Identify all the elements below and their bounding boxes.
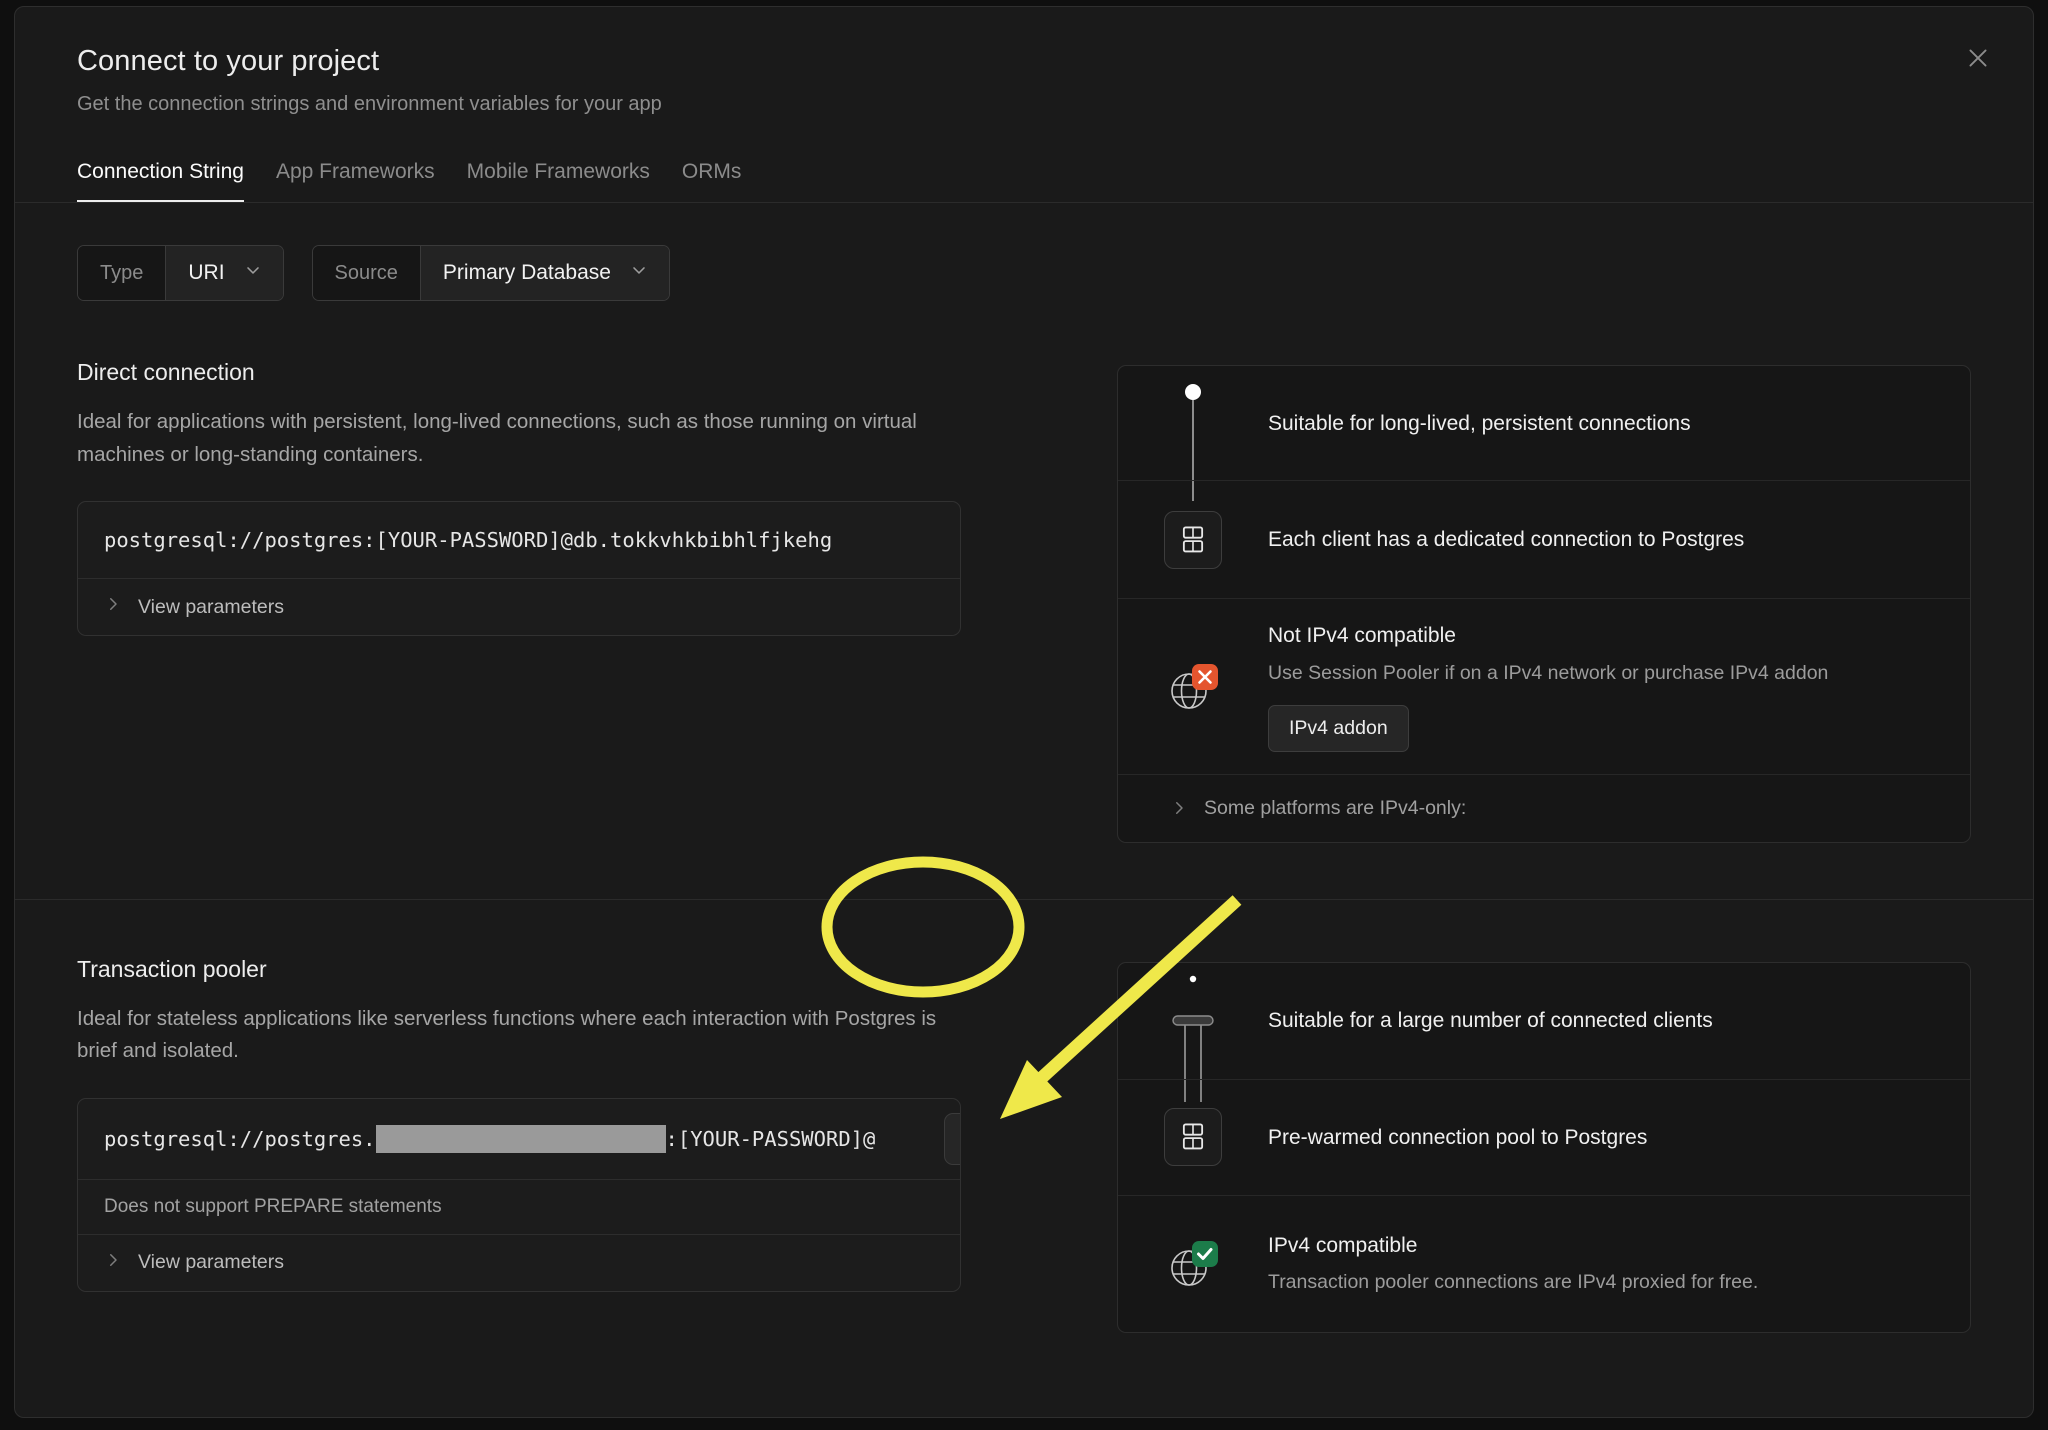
feature-title: Pre-warmed connection pool to Postgres [1268, 1125, 1648, 1149]
transaction-pooler-features: Suitable for a large number of connected… [1117, 961, 1971, 1333]
direct-connection-codebox: postgresql://postgres:[YOUR-PASSWORD]@db… [77, 501, 961, 636]
dot-connector-icon [1118, 366, 1268, 481]
feature-row: Suitable for a large number of connected… [1118, 963, 1970, 1080]
feature-row: Each client has a dedicated connection t… [1118, 481, 1970, 600]
page-title: Connect to your project [77, 45, 380, 77]
direct-connection-left: Direct connection Ideal for applications… [77, 359, 1117, 843]
connect-dialog: Connect to your project Get the connecti… [14, 6, 2034, 1418]
source-selector[interactable]: Source Primary Database [311, 245, 670, 302]
chevron-right-icon [104, 1251, 122, 1275]
transaction-pooler-left: Transaction pooler Ideal for stateless a… [77, 956, 1117, 1333]
transaction-pooler-description: Ideal for stateless applications like se… [77, 1006, 937, 1063]
type-selector[interactable]: Type URI [77, 245, 284, 302]
source-selector-label: Source [312, 246, 421, 301]
pooler-view-parameters-label: View parameters [138, 1251, 284, 1274]
transaction-pooler-string[interactable]: postgresql://postgres. :[YOUR-PASSWORD]@ [78, 1099, 960, 1179]
direct-connection-description: Ideal for applications with persistent, … [77, 410, 917, 466]
feature-title: IPv4 compatible [1268, 1234, 1418, 1258]
chevron-right-icon [104, 595, 122, 619]
direct-connection-section: Direct connection Ideal for applications… [15, 301, 2033, 899]
chevron-down-icon [243, 260, 263, 286]
feature-subtitle: Use Session Pooler if on a IPv4 network … [1268, 661, 1829, 684]
ipv4-only-expand-label: Some platforms are IPv4-only: [1204, 796, 1467, 819]
globe-error-icon [1118, 599, 1268, 774]
transaction-pooler-right: Suitable for a large number of connected… [1117, 956, 1971, 1333]
feature-text: Each client has a dedicated connection t… [1268, 503, 1772, 576]
feature-title: Each client has a dedicated connection t… [1268, 528, 1745, 552]
tab-app-frameworks[interactable]: App Frameworks [276, 160, 435, 203]
source-selector-value-text: Primary Database [442, 261, 611, 285]
transaction-pooler-section: Transaction pooler Ideal for stateless a… [15, 900, 2033, 1333]
feature-text: Pre-warmed connection pool to Postgres [1268, 1101, 1675, 1174]
direct-connection-features: Suitable for long-lived, persistent conn… [1117, 365, 1971, 843]
transaction-pooler-codebox: postgresql://postgres.:[YOUR-PASSWORD]@ … [77, 1097, 961, 1292]
source-selector-value[interactable]: Primary Database [420, 246, 669, 301]
type-selector-label: Type [78, 246, 167, 301]
transaction-pooler-note: Does not support PREPARE statements [78, 1178, 960, 1234]
direct-connection-string[interactable]: postgresql://postgres:[YOUR-PASSWORD]@db… [78, 502, 960, 578]
feature-title: Not IPv4 compatible [1268, 624, 1456, 648]
copy-button[interactable] [944, 1112, 960, 1165]
type-selector-value[interactable]: URI [166, 246, 283, 301]
feature-text: Suitable for a large number of connected… [1268, 984, 1741, 1057]
feature-row: Not IPv4 compatible Use Session Pooler i… [1118, 599, 1970, 775]
pooler-view-parameters[interactable]: View parameters [78, 1233, 960, 1291]
tab-mobile-frameworks[interactable]: Mobile Frameworks [467, 160, 650, 203]
feature-text: IPv4 compatible Transaction pooler conne… [1268, 1209, 1786, 1319]
feature-text: Suitable for long-lived, persistent conn… [1268, 387, 1719, 460]
feature-row: IPv4 compatible Transaction pooler conne… [1118, 1196, 1970, 1332]
direct-view-parameters[interactable]: View parameters [78, 578, 960, 635]
chevron-down-icon [629, 260, 649, 286]
ipv4-only-expand[interactable]: Some platforms are IPv4-only: [1118, 775, 1466, 842]
feature-subtitle: Transaction pooler connections are IPv4 … [1268, 1271, 1759, 1294]
pooler-string-prefix: postgresql://postgres. [104, 1126, 376, 1151]
direct-connection-right: Suitable for long-lived, persistent conn… [1117, 359, 1971, 843]
close-icon[interactable] [1961, 41, 1995, 75]
direct-view-parameters-label: View parameters [138, 595, 284, 618]
selector-row: Type URI Source Primary Database [15, 203, 2033, 302]
transaction-pooler-title: Transaction pooler [77, 955, 267, 982]
feature-title: Suitable for a large number of connected… [1268, 1009, 1713, 1033]
tab-bar: Connection String App Frameworks Mobile … [15, 160, 2033, 204]
tab-orms[interactable]: ORMs [682, 160, 742, 203]
feature-text: Not IPv4 compatible Use Session Pooler i… [1268, 599, 1856, 774]
feature-row: Pre-warmed connection pool to Postgres [1118, 1079, 1970, 1196]
chevron-right-icon [1170, 799, 1188, 817]
tab-bar-divider [15, 202, 2033, 204]
feature-row: Suitable for long-lived, persistent conn… [1118, 366, 1970, 482]
direct-connection-title: Direct connection [77, 359, 255, 386]
type-selector-value-text: URI [188, 261, 225, 285]
globe-success-icon [1118, 1196, 1268, 1332]
tab-connection-string[interactable]: Connection String [77, 160, 244, 204]
page-subtitle: Get the connection strings and environme… [77, 93, 662, 116]
dialog-header: Connect to your project Get the connecti… [15, 7, 2033, 116]
ipv4-addon-button[interactable]: IPv4 addon [1268, 704, 1409, 752]
multi-client-icon [1118, 963, 1268, 1079]
pooler-string-suffix: :[YOUR-PASSWORD]@ [665, 1126, 876, 1151]
feature-title: Suitable for long-lived, persistent conn… [1268, 411, 1691, 435]
ipv4-only-expand-row[interactable]: Some platforms are IPv4-only: [1118, 775, 1970, 842]
redaction-block [375, 1124, 666, 1153]
